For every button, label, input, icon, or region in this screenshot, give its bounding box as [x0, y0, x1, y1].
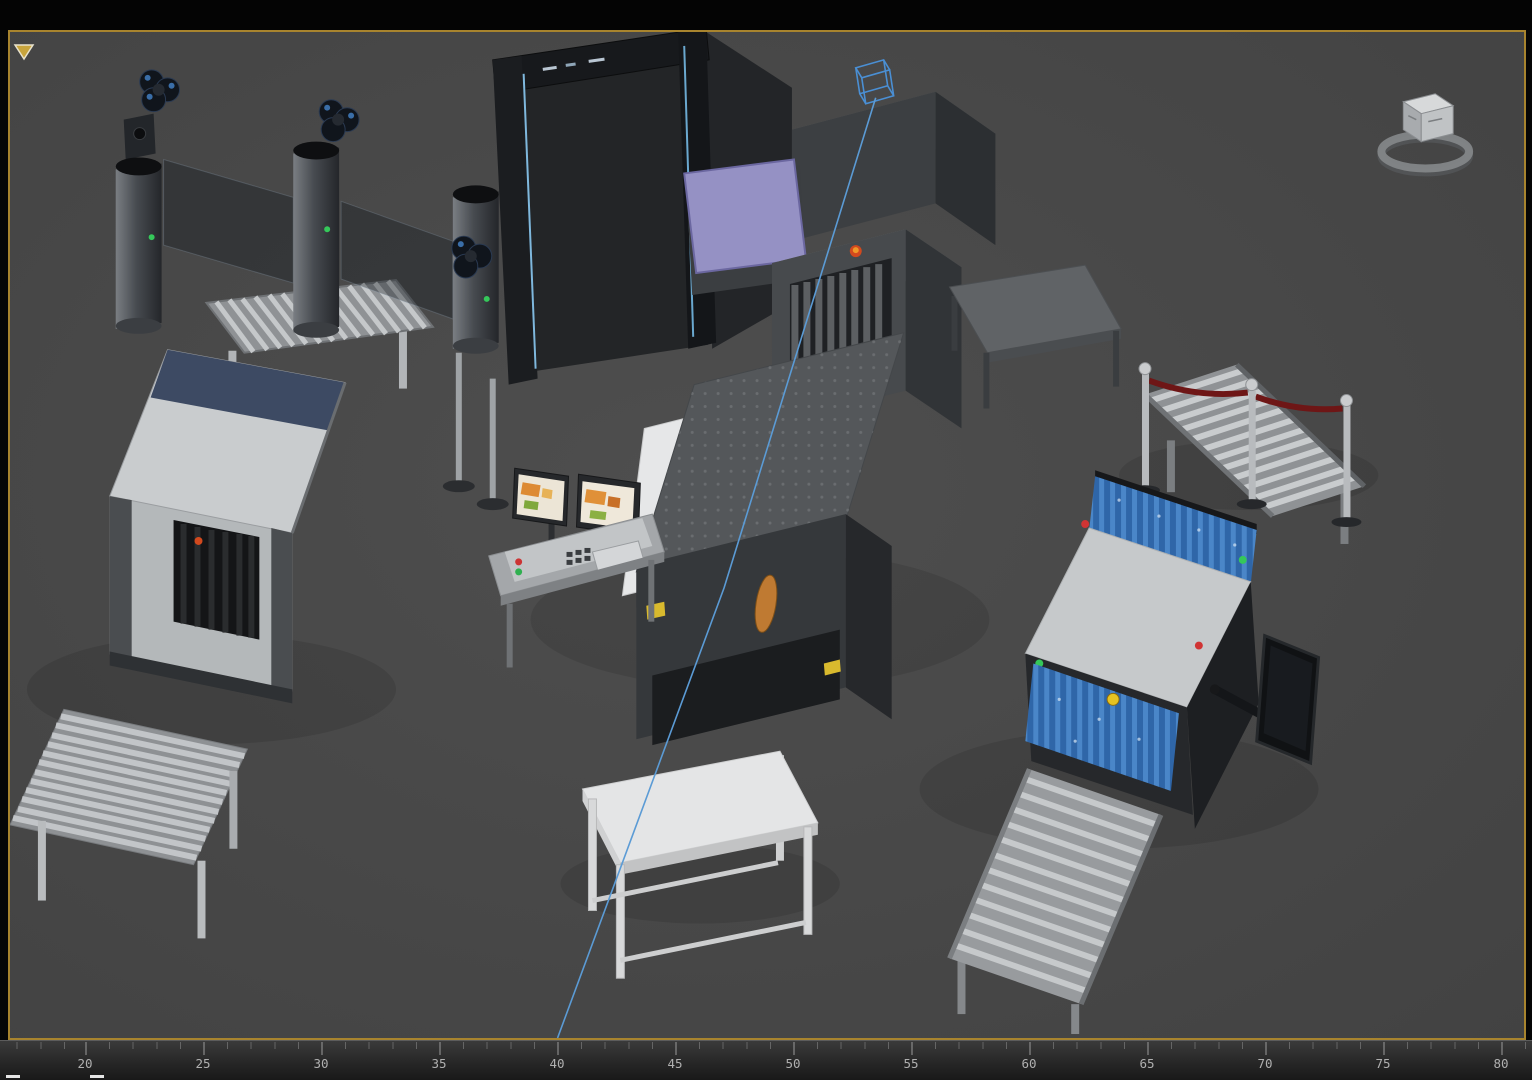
- status-led: [324, 226, 331, 233]
- status-led: [148, 234, 155, 241]
- start-button[interactable]: [515, 568, 523, 576]
- timeline-label: 45: [667, 1056, 683, 1071]
- timeline-label: 60: [1021, 1056, 1037, 1071]
- timeline-ruler[interactable]: 20 25 30 35 40 45 50 55 60 65 70 75 80: [0, 1040, 1532, 1080]
- purple-top-panel: [683, 158, 808, 275]
- viewport-filter-icon[interactable]: [12, 42, 38, 64]
- timeline-label: 35: [431, 1056, 447, 1071]
- viewport-3d[interactable]: [8, 30, 1526, 1040]
- timeline-label: 50: [785, 1056, 801, 1071]
- filter-triangle-icon: [13, 44, 35, 61]
- application-window: 20 25 30 35 40 45 50 55 60 65 70 75 80: [0, 0, 1532, 1080]
- timeline-label: 40: [549, 1056, 565, 1071]
- brand-logo-icon: [194, 536, 203, 545]
- status-led: [1194, 641, 1203, 650]
- camera-lens-icon: [133, 127, 147, 141]
- timeline-label: 55: [903, 1056, 919, 1071]
- guide-pole: [455, 352, 462, 485]
- trackbar-mark: [90, 1075, 104, 1078]
- brand-logo-icon: [852, 247, 859, 254]
- timeline-label: 65: [1139, 1056, 1155, 1071]
- emergency-stop-button[interactable]: [1106, 692, 1120, 706]
- stop-button[interactable]: [515, 558, 523, 566]
- timeline-label: 25: [195, 1056, 211, 1071]
- trackbar-mark: [6, 1075, 20, 1078]
- walkthrough-metal-detector[interactable]: [492, 32, 717, 385]
- status-led: [1081, 520, 1090, 529]
- timeline-label: 20: [77, 1056, 93, 1071]
- timeline-major-ticks: [0, 1042, 1532, 1055]
- timeline-label: 80: [1493, 1056, 1509, 1071]
- timeline-label: 30: [313, 1056, 329, 1071]
- scene-canvas[interactable]: [10, 32, 1524, 1038]
- timeline-label: 70: [1257, 1056, 1273, 1071]
- toolbar-area: [0, 0, 1532, 30]
- status-led: [1238, 555, 1247, 564]
- guide-pole: [489, 378, 496, 503]
- timeline-label: 75: [1375, 1056, 1391, 1071]
- scan-monitor-left[interactable]: [512, 467, 570, 527]
- status-led: [483, 295, 490, 302]
